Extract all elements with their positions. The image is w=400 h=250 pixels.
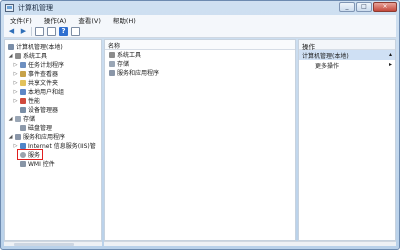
tree-item-task-scheduler[interactable]: ▷ 任务计划程序 xyxy=(13,60,64,69)
iis-icon xyxy=(20,142,26,149)
show-hide-tree-icon[interactable] xyxy=(35,26,44,36)
column-header-name[interactable]: 名称 xyxy=(105,40,295,50)
action-more-actions[interactable]: 更多操作 ▸ xyxy=(299,60,395,70)
horizontal-scrollbar[interactable] xyxy=(4,241,102,246)
properties-icon[interactable] xyxy=(47,26,56,36)
tree-root-label: 计算机管理(本地) xyxy=(16,44,63,51)
tree-item-disk-management[interactable]: 磁盘管理 xyxy=(18,123,52,132)
tree-label: 磁盘管理 xyxy=(28,125,53,132)
window-title: 计算机管理 xyxy=(18,4,53,12)
status-bar xyxy=(104,241,396,246)
expand-icon[interactable]: ▷ xyxy=(13,62,18,68)
wmi-icon xyxy=(20,160,26,167)
actions-header: 操作 xyxy=(299,40,395,51)
tree-label: 存储 xyxy=(23,116,36,123)
help-icon[interactable]: ? xyxy=(59,26,68,36)
collapse-icon[interactable]: ◢ xyxy=(8,116,13,122)
maximize-button[interactable]: □ xyxy=(356,2,372,12)
tree-label: 任务计划程序 xyxy=(28,62,65,69)
list-item-label: 服务和应用程序 xyxy=(117,70,160,77)
disk-icon xyxy=(20,124,26,131)
tree-item-system-tools[interactable]: ◢ 系统工具 xyxy=(8,51,47,60)
list-item[interactable]: 存储 xyxy=(105,59,295,68)
action-selected-item[interactable]: 计算机管理(本地) ▴ xyxy=(299,50,395,60)
list-item[interactable]: 服务和应用程序 xyxy=(105,68,295,77)
services-apps-icon xyxy=(15,133,21,140)
tree-item-storage[interactable]: ◢ 存储 xyxy=(8,114,35,123)
window-controls: _ □ × xyxy=(339,2,397,12)
tree-item-wmi[interactable]: WMI 控件 xyxy=(18,159,55,168)
forward-arrow-icon[interactable]: ▶ xyxy=(19,27,28,36)
performance-icon xyxy=(20,97,26,104)
collapse-icon[interactable]: ◢ xyxy=(8,53,13,59)
expand-icon[interactable]: ▷ xyxy=(13,143,18,149)
menu-help[interactable]: 帮助(H) xyxy=(107,15,142,25)
toolbar: ◀ ▶ ? xyxy=(4,25,396,38)
title-bar: 计算机管理 _ □ × xyxy=(1,1,399,15)
users-icon xyxy=(20,88,26,95)
menu-file[interactable]: 文件(F) xyxy=(4,15,38,25)
tree-label: 性能 xyxy=(28,98,41,105)
toolbar-separator xyxy=(31,26,32,36)
event-viewer-icon xyxy=(20,70,26,77)
collapse-arrow-icon[interactable]: ▴ xyxy=(389,51,392,59)
tree-item-shared-folders[interactable]: ▷ 共享文件夹 xyxy=(13,78,58,87)
list-item[interactable]: 系统工具 xyxy=(105,50,295,59)
actions-pane: 操作 计算机管理(本地) ▴ 更多操作 ▸ xyxy=(298,39,396,241)
highlight-box xyxy=(17,149,43,160)
menu-action[interactable]: 操作(A) xyxy=(38,15,73,25)
tree-label: 本地用户和组 xyxy=(28,89,65,96)
storage-icon xyxy=(15,115,21,122)
action-more-label: 更多操作 xyxy=(315,63,340,70)
tree-item-device-manager[interactable]: 设备管理器 xyxy=(18,105,58,114)
tree-label: 事件查看器 xyxy=(28,71,59,78)
tools-icon xyxy=(109,51,115,58)
collapse-icon[interactable]: ◢ xyxy=(8,134,13,140)
scrollbar-thumb[interactable] xyxy=(14,243,74,246)
tree-label: 设备管理器 xyxy=(28,107,59,114)
menu-bar: 文件(F) 操作(A) 查看(V) 帮助(H) xyxy=(4,15,396,25)
expand-icon[interactable]: ▷ xyxy=(13,98,18,104)
services-apps-icon xyxy=(109,69,115,76)
tree-label: 服务和应用程序 xyxy=(23,134,66,141)
action-pane-icon[interactable] xyxy=(71,26,80,36)
device-manager-icon xyxy=(20,106,26,113)
clock-icon xyxy=(20,61,26,68)
list-item-label: 存储 xyxy=(117,61,130,68)
navigation-tree: 计算机管理(本地) ◢ 系统工具 ▷ 任务计划程序 ▷ 事件查看器 ▷ 共享文件… xyxy=(4,39,102,241)
back-arrow-icon[interactable]: ◀ xyxy=(7,27,16,36)
tree-label: 共享文件夹 xyxy=(28,80,59,87)
expand-icon[interactable]: ▷ xyxy=(13,71,18,77)
minimize-button[interactable]: _ xyxy=(339,2,355,12)
folder-icon xyxy=(20,79,26,86)
menu-view[interactable]: 查看(V) xyxy=(72,15,107,25)
action-selected-label: 计算机管理(本地) xyxy=(302,53,349,60)
list-item-label: 系统工具 xyxy=(117,52,142,59)
tree-item-services-apps[interactable]: ◢ 服务和应用程序 xyxy=(8,132,65,141)
expand-icon[interactable]: ▷ xyxy=(13,89,18,95)
content-list: 名称 系统工具 存储 服务和应用程序 xyxy=(104,39,296,241)
tree-item-event-viewer[interactable]: ▷ 事件查看器 xyxy=(13,69,58,78)
tree-root[interactable]: 计算机管理(本地) xyxy=(6,42,63,51)
tree-item-performance[interactable]: ▷ 性能 xyxy=(13,96,40,105)
storage-icon xyxy=(109,60,115,67)
tree-label: WMI 控件 xyxy=(28,161,55,168)
tools-icon xyxy=(15,52,21,59)
tree-label: 系统工具 xyxy=(23,53,48,60)
tree-item-local-users[interactable]: ▷ 本地用户和组 xyxy=(13,87,64,96)
expand-icon[interactable]: ▷ xyxy=(13,80,18,86)
computer-icon xyxy=(8,43,14,50)
close-button[interactable]: × xyxy=(373,2,397,12)
submenu-arrow-icon: ▸ xyxy=(388,61,392,68)
computer-management-icon xyxy=(5,4,14,12)
